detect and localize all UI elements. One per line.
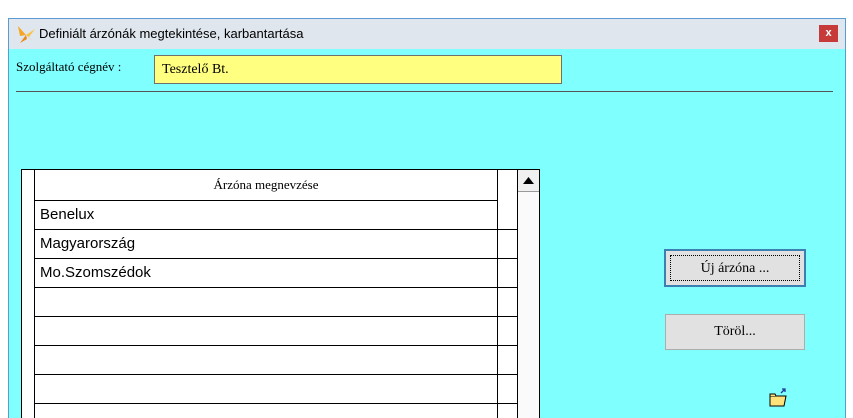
new-zone-button-label: Új árzóna ...: [670, 255, 800, 281]
title-bar[interactable]: Definiált árzónák megtekintése, karbanta…: [9, 19, 845, 49]
grid-row[interactable]: Benelux: [35, 201, 517, 230]
window-title: Definiált árzónák megtekintése, karbanta…: [39, 26, 304, 41]
scroll-up-button[interactable]: [518, 170, 539, 192]
grid-row[interactable]: Mo.Szomszédok: [35, 259, 517, 288]
provider-name-field[interactable]: Tesztelő Bt.: [154, 55, 562, 84]
grid-cell: Benelux: [40, 206, 95, 223]
provider-label: Szolgáltató cégnév :: [16, 59, 122, 74]
scroll-up-arrow-icon: [523, 177, 534, 184]
row-header-column: [22, 170, 35, 418]
grid-row[interactable]: [35, 317, 517, 346]
separator-line: [16, 91, 833, 92]
grid-row[interactable]: [35, 346, 517, 375]
delete-button[interactable]: Töröl...: [665, 314, 805, 350]
grid-cell: Mo.Szomszédok: [40, 264, 151, 281]
vertical-scrollbar[interactable]: [517, 170, 539, 418]
price-zone-grid[interactable]: Árzóna megnevzése Benelux Magyarország M…: [21, 169, 540, 418]
grid-row[interactable]: [35, 375, 517, 404]
main-window: Definiált árzónák megtekintése, karbanta…: [8, 18, 846, 418]
new-zone-button[interactable]: Új árzóna ...: [664, 249, 806, 287]
column-header-zone-name[interactable]: Árzóna megnevzése: [35, 170, 497, 201]
grid-row[interactable]: Magyarország: [35, 230, 517, 259]
butterfly-icon: [18, 26, 35, 43]
grid-cell: Magyarország: [40, 235, 136, 252]
close-button[interactable]: x: [819, 25, 838, 42]
grid-row[interactable]: [35, 288, 517, 317]
open-folder-icon[interactable]: [767, 387, 789, 409]
